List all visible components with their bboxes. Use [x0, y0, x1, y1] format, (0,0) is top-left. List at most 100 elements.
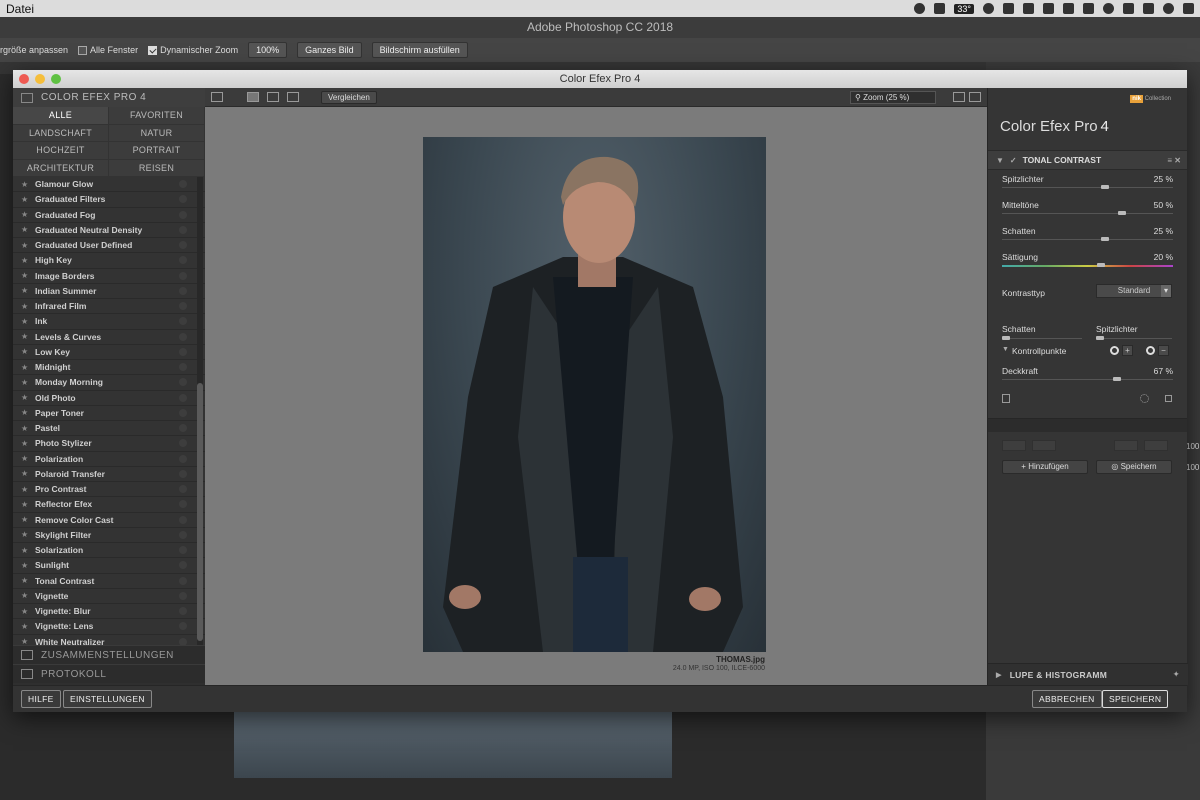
filter-list-item[interactable]: ★ Midnight — [13, 360, 205, 376]
filter-history-icon[interactable] — [179, 271, 187, 280]
category-tab[interactable]: FAVORITEN — [109, 107, 205, 125]
filter-history-icon[interactable] — [179, 180, 187, 189]
battery-icon[interactable] — [1183, 3, 1194, 14]
filter-history-icon[interactable] — [179, 408, 187, 417]
favorite-star-icon[interactable]: ★ — [21, 637, 31, 645]
wifi-icon[interactable] — [1163, 3, 1174, 14]
filter-history-icon[interactable] — [179, 469, 187, 478]
category-tab[interactable]: PORTRAIT — [109, 142, 205, 160]
section-recipes[interactable]: ZUSAMMENSTELLUNGEN — [13, 645, 205, 664]
contrast-type-select[interactable]: Standard — [1096, 284, 1172, 298]
favorite-star-icon[interactable]: ★ — [21, 607, 31, 616]
filter-list-item[interactable]: ★ Indian Summer — [13, 283, 205, 299]
param-slider-knob[interactable] — [1097, 263, 1106, 267]
filter-list-item[interactable]: ★ Pro Contrast — [13, 482, 205, 498]
help-button[interactable]: HILFE — [21, 690, 61, 708]
filter-history-icon[interactable] — [179, 576, 187, 585]
pin-icon[interactable]: ✦ — [1173, 669, 1180, 680]
filter-history-icon[interactable] — [179, 607, 187, 616]
filter-history-icon[interactable] — [179, 195, 187, 204]
filter-list-item[interactable]: ★ Graduated Fog — [13, 207, 205, 223]
expand-icon[interactable]: ▶ — [996, 671, 1002, 679]
favorite-star-icon[interactable]: ★ — [21, 347, 31, 356]
opacity-slider-knob[interactable] — [1113, 377, 1122, 381]
creative-cloud-icon[interactable] — [983, 3, 994, 14]
favorite-star-icon[interactable]: ★ — [21, 241, 31, 250]
scrollbar-thumb[interactable] — [197, 383, 203, 641]
layer-icon[interactable] — [1002, 394, 1010, 403]
category-tab[interactable]: LANDSCHAFT — [13, 124, 109, 142]
filter-list-item[interactable]: ★ Solarization — [13, 543, 205, 559]
filter-history-icon[interactable] — [179, 393, 187, 402]
filter-list-item[interactable]: ★ Vignette: Blur — [13, 604, 205, 620]
filter-list-item[interactable]: ★ Photo Stylizer — [13, 436, 205, 452]
brush-icon[interactable] — [1140, 394, 1149, 403]
fill-screen-button[interactable]: Bildschirm ausfüllen — [371, 42, 468, 58]
highlights-slider[interactable] — [1096, 338, 1172, 339]
category-tab[interactable]: REISEN — [109, 159, 205, 177]
add-control-point-plus-icon[interactable]: + — [1122, 345, 1133, 356]
save-button[interactable]: SPEICHERN — [1102, 690, 1169, 708]
upload-icon[interactable] — [1103, 3, 1114, 14]
background-light-icon[interactable] — [953, 92, 965, 102]
filter-history-icon[interactable] — [179, 424, 187, 433]
param-slider[interactable] — [1002, 239, 1173, 240]
tray-icon[interactable] — [1043, 3, 1054, 14]
record-icon[interactable] — [914, 3, 926, 14]
opacity-slider[interactable] — [1002, 379, 1173, 380]
filter-header[interactable]: ▼ ✓ TONAL CONTRAST ≡ ✕ — [988, 150, 1187, 170]
menu-datei[interactable]: Datei — [6, 2, 34, 16]
filter-list-scrollbar[interactable] — [197, 177, 203, 645]
filter-list-item[interactable]: ★ White Neutralizer — [13, 634, 205, 645]
filter-history-icon[interactable] — [179, 241, 187, 250]
remove-control-point-icon[interactable] — [1146, 346, 1155, 355]
filter-list-item[interactable]: ★ Ink — [13, 314, 205, 330]
add-control-point-icon[interactable] — [1110, 346, 1119, 355]
bluetooth-icon[interactable] — [1123, 3, 1134, 14]
filter-history-icon[interactable] — [179, 500, 187, 509]
temperature-badge[interactable]: 33° — [954, 3, 974, 14]
remove-control-point-minus-icon[interactable]: − — [1158, 345, 1169, 356]
param-slider[interactable] — [1002, 213, 1173, 214]
filter-history-icon[interactable] — [179, 347, 187, 356]
filter-history-icon[interactable] — [179, 485, 187, 494]
settings-button[interactable]: EINSTELLUNGEN — [63, 690, 152, 708]
favorite-star-icon[interactable]: ★ — [21, 286, 31, 295]
favorite-star-icon[interactable]: ★ — [21, 424, 31, 433]
compare-button[interactable]: Vergleichen — [321, 91, 377, 104]
filter-list-item[interactable]: ★ Graduated User Defined — [13, 238, 205, 254]
resize-windows-label[interactable]: rgröße anpassen — [0, 45, 68, 55]
favorite-star-icon[interactable]: ★ — [21, 500, 31, 509]
filter-list-item[interactable]: ★ Remove Color Cast — [13, 512, 205, 528]
filter-history-icon[interactable] — [179, 378, 187, 387]
category-tab[interactable]: HOCHZEIT — [13, 142, 109, 160]
collapse-icon[interactable]: ▼ — [996, 156, 1004, 165]
add-filter-button[interactable]: + Hinzufügen — [1002, 460, 1088, 474]
favorite-star-icon[interactable]: ★ — [21, 271, 31, 280]
expand-icon[interactable]: ▼ — [1002, 346, 1009, 353]
filter-history-icon[interactable] — [179, 225, 187, 234]
minimize-window-button[interactable] — [35, 74, 45, 84]
filter-history-icon[interactable] — [179, 515, 187, 524]
hide-browser-icon[interactable] — [211, 92, 223, 102]
filter-history-icon[interactable] — [179, 286, 187, 295]
favorite-star-icon[interactable]: ★ — [21, 546, 31, 555]
filter-history-icon[interactable] — [179, 332, 187, 341]
split-view-icon[interactable] — [267, 92, 279, 102]
close-window-button[interactable] — [19, 74, 29, 84]
filter-list-item[interactable]: ★ Pastel — [13, 421, 205, 437]
skype-icon[interactable] — [1003, 3, 1014, 14]
filter-history-icon[interactable] — [179, 637, 187, 645]
favorite-star-icon[interactable]: ★ — [21, 210, 31, 219]
filter-history-icon[interactable] — [179, 302, 187, 311]
filter-list-item[interactable]: ★ Polarization — [13, 451, 205, 467]
tray-icon[interactable] — [1083, 3, 1094, 14]
filter-list-item[interactable]: ★ Vignette — [13, 588, 205, 604]
favorite-star-icon[interactable]: ★ — [21, 454, 31, 463]
favorite-star-icon[interactable]: ★ — [21, 302, 31, 311]
filter-history-icon[interactable] — [179, 439, 187, 448]
dropbox-icon[interactable] — [1023, 3, 1034, 14]
filter-list-item[interactable]: ★ Vignette: Lens — [13, 619, 205, 635]
category-tab[interactable]: NATUR — [109, 124, 205, 142]
category-tab[interactable]: ALLE — [13, 107, 109, 125]
